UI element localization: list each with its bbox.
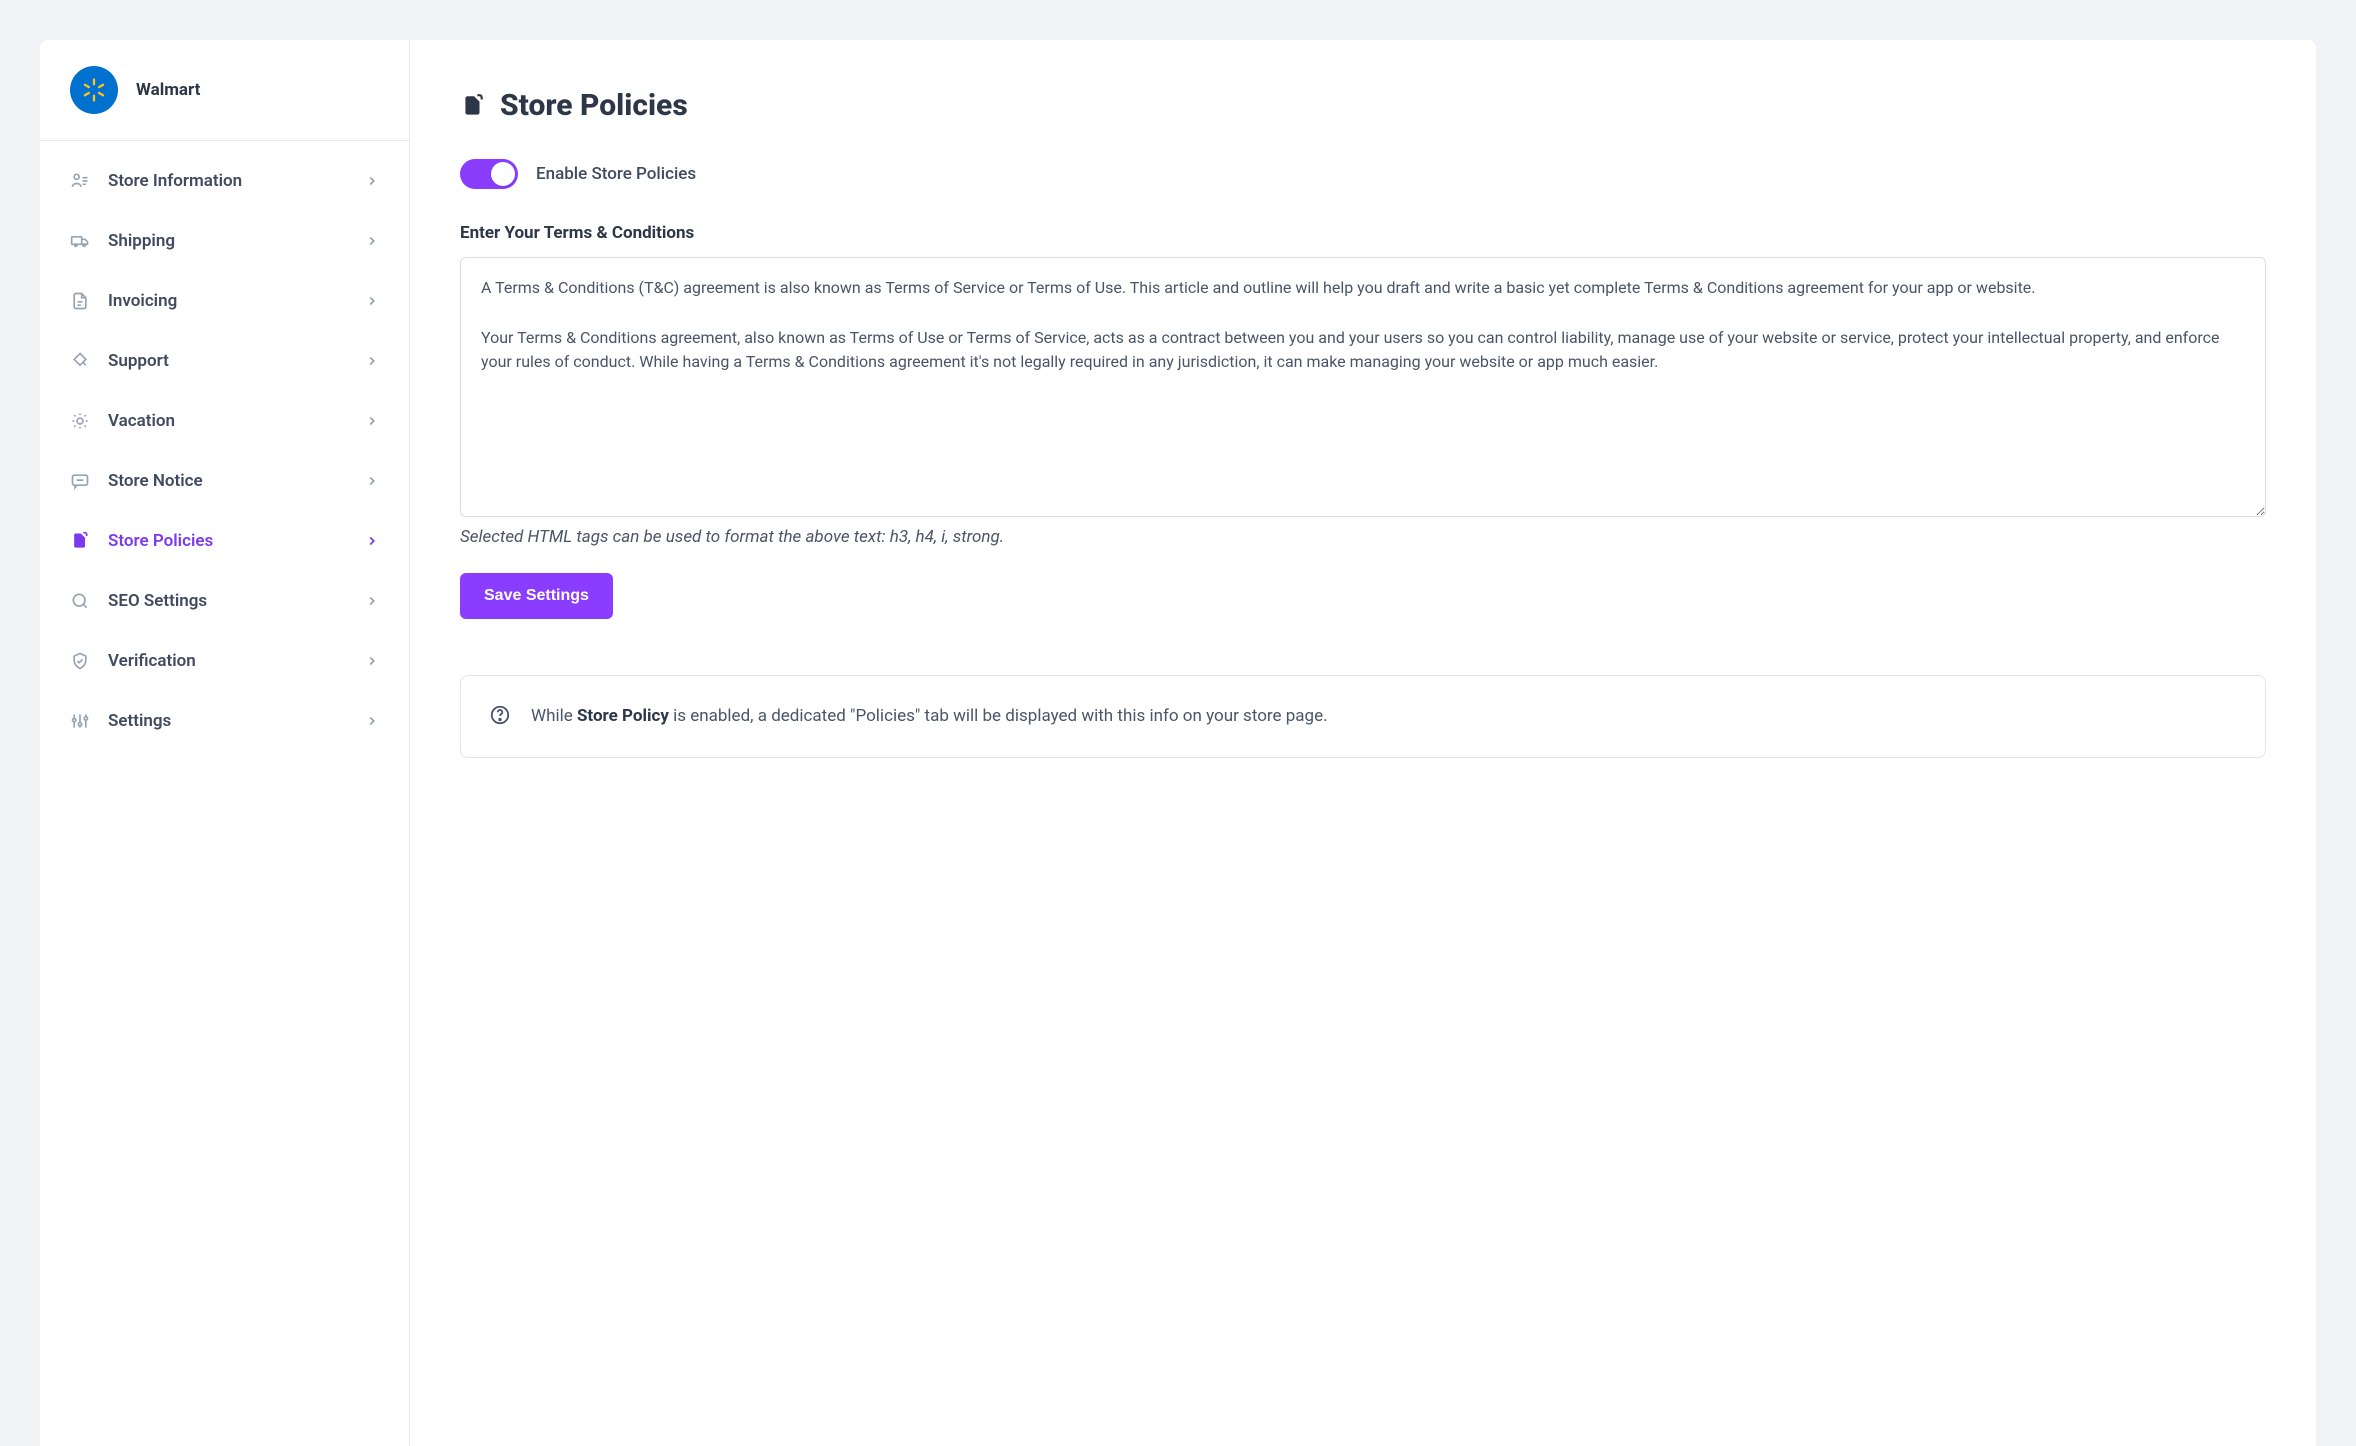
sidebar-item-label: Invoicing xyxy=(108,291,177,311)
chevron-right-icon xyxy=(365,354,379,368)
terms-textarea-label: Enter Your Terms & Conditions xyxy=(460,223,2266,243)
notice-prefix: While xyxy=(531,706,577,726)
main-content: Store Policies Enable Store Policies Ent… xyxy=(410,40,2316,1446)
sidebar-item-label: Settings xyxy=(108,711,171,731)
sidebar: Walmart Store Information xyxy=(40,40,410,1446)
chevron-right-icon xyxy=(365,714,379,728)
chevron-right-icon xyxy=(365,474,379,488)
sidebar-item-seo-settings[interactable]: SEO Settings xyxy=(40,571,409,631)
page-title: Store Policies xyxy=(500,88,688,123)
sidebar-item-label: Shipping xyxy=(108,231,175,251)
sidebar-item-label: Store Information xyxy=(108,171,242,191)
notice-suffix: is enabled, a dedicated "Policies" tab w… xyxy=(669,706,1328,726)
chevron-right-icon xyxy=(365,654,379,668)
help-circle-icon xyxy=(489,704,511,726)
sidebar-item-store-policies[interactable]: Store Policies xyxy=(40,511,409,571)
sidebar-item-shipping[interactable]: Shipping xyxy=(40,211,409,271)
store-avatar xyxy=(70,66,118,114)
sidebar-item-label: Vacation xyxy=(108,411,175,431)
sidebar-item-label: Support xyxy=(108,351,169,371)
user-card-icon xyxy=(70,171,90,191)
toggle-knob xyxy=(491,162,515,186)
chat-icon xyxy=(70,471,90,491)
chevron-right-icon xyxy=(365,294,379,308)
sliders-icon xyxy=(70,711,90,731)
save-settings-button[interactable]: Save Settings xyxy=(460,573,613,619)
chevron-right-icon xyxy=(365,594,379,608)
walmart-spark-icon xyxy=(80,76,108,104)
truck-icon xyxy=(70,231,90,251)
sidebar-item-label: SEO Settings xyxy=(108,591,207,611)
sidebar-item-label: Store Policies xyxy=(108,531,213,551)
chevron-right-icon xyxy=(365,174,379,188)
terms-textarea[interactable] xyxy=(460,257,2266,517)
sidebar-item-label: Store Notice xyxy=(108,471,203,491)
sidebar-item-store-information[interactable]: Store Information xyxy=(40,151,409,211)
textarea-hint: Selected HTML tags can be used to format… xyxy=(460,527,2266,547)
page-title-row: Store Policies xyxy=(460,88,2266,123)
enable-store-policies-toggle[interactable] xyxy=(460,159,518,189)
chevron-right-icon xyxy=(365,414,379,428)
enable-toggle-row: Enable Store Policies xyxy=(460,159,2266,189)
sidebar-item-verification[interactable]: Verification xyxy=(40,631,409,691)
search-icon xyxy=(70,591,90,611)
sidebar-item-label: Verification xyxy=(108,651,196,671)
sidebar-header: Walmart xyxy=(40,40,409,141)
chevron-right-icon xyxy=(365,234,379,248)
sidebar-item-store-notice[interactable]: Store Notice xyxy=(40,451,409,511)
sidebar-nav: Store Information Shipping xyxy=(40,141,409,761)
notice-bold: Store Policy xyxy=(577,706,669,726)
policy-files-icon xyxy=(460,93,486,119)
shield-check-icon xyxy=(70,651,90,671)
policy-files-icon xyxy=(70,531,90,551)
sidebar-item-settings[interactable]: Settings xyxy=(40,691,409,751)
sidebar-item-support[interactable]: Support xyxy=(40,331,409,391)
sun-icon xyxy=(70,411,90,431)
info-notice: While Store Policy is enabled, a dedicat… xyxy=(460,675,2266,758)
sidebar-item-invoicing[interactable]: Invoicing xyxy=(40,271,409,331)
info-notice-text: While Store Policy is enabled, a dedicat… xyxy=(531,702,1328,731)
diamond-tag-icon xyxy=(70,351,90,371)
toggle-label: Enable Store Policies xyxy=(536,164,696,184)
sidebar-item-vacation[interactable]: Vacation xyxy=(40,391,409,451)
chevron-right-icon xyxy=(365,534,379,548)
store-name: Walmart xyxy=(136,80,200,100)
document-icon xyxy=(70,291,90,311)
